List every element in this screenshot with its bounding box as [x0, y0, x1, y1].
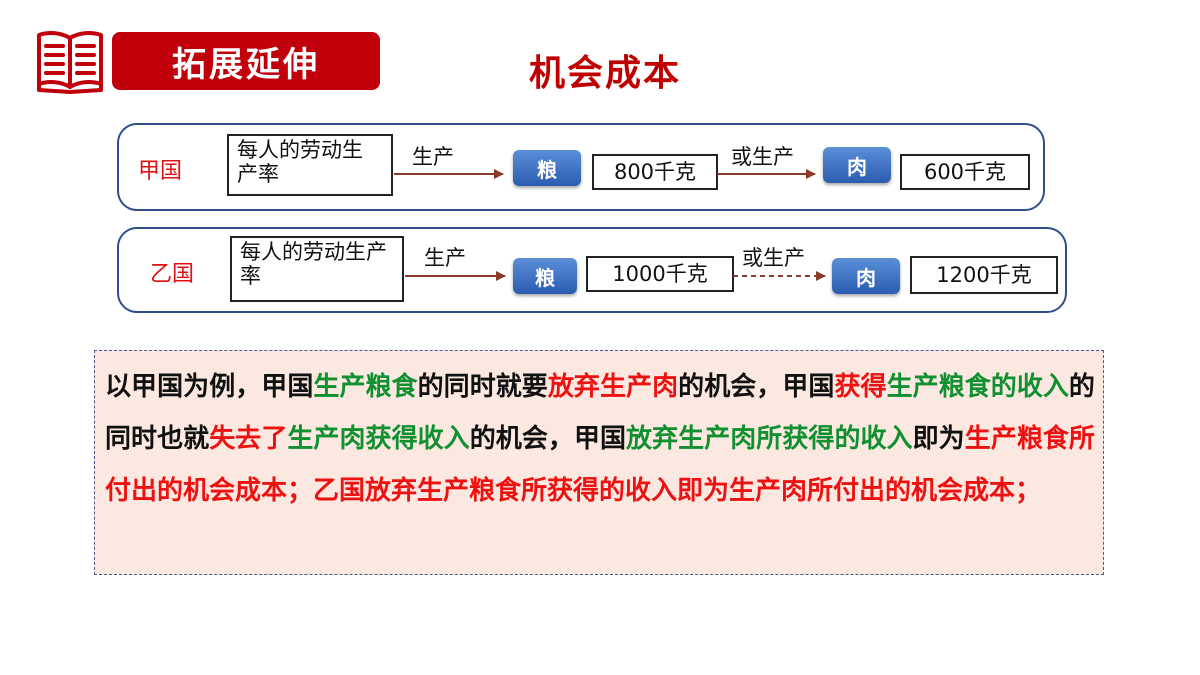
page-title: 机会成本: [528, 53, 681, 94]
meat-tag-yi: 肉: [832, 258, 900, 294]
produce-label-jia: 生产: [412, 145, 454, 169]
explanation-box: 以甲国为例，甲国生产粮食的同时就要放弃生产肉的机会，甲国获得生产粮食的收入的同时…: [94, 350, 1104, 575]
text-segment: 生产粮食: [313, 372, 418, 402]
text-segment: 生产肉: [599, 372, 679, 402]
text-segment: 失去了: [209, 424, 288, 454]
text-segment: 的机会，甲国: [678, 372, 835, 402]
grain-qty-yi: 1000千克: [586, 256, 734, 292]
grain-tag-jia: 粮: [513, 150, 581, 186]
meat-qty-jia: 600千克: [900, 154, 1030, 190]
country-label-yi: 乙国: [150, 262, 195, 287]
produce-label-yi: 生产: [424, 246, 466, 270]
or-produce-label-yi: 或生产: [742, 246, 805, 270]
text-segment: 的同时就要: [417, 372, 548, 402]
productivity-box-jia: 每人的劳动生产率: [227, 134, 393, 196]
grain-tag-yi: 粮: [513, 258, 577, 294]
grain-qty-jia: 800千克: [592, 154, 718, 190]
meat-qty-yi: 1200千克: [910, 256, 1058, 294]
text-segment: 即为: [912, 424, 965, 454]
country-label-jia: 甲国: [138, 159, 183, 184]
text-segment: 生产粮食的收入: [886, 372, 1069, 402]
text-segment: 放弃生产肉所获得的收入: [626, 424, 913, 454]
meat-tag-jia: 肉: [823, 147, 891, 183]
book-icon: [37, 31, 103, 94]
productivity-box-yi: 每人的劳动生产率: [230, 236, 404, 302]
text-segment: 获得: [834, 372, 887, 402]
text-segment: 以甲国为例，甲国: [105, 372, 314, 402]
text-segment: 的机会，甲国: [469, 424, 627, 454]
text-segment: 生产肉获得收入: [287, 424, 470, 454]
or-produce-label-jia: 或生产: [731, 145, 794, 169]
section-badge: 拓展延伸: [112, 32, 380, 90]
text-segment: 放弃: [547, 372, 600, 402]
